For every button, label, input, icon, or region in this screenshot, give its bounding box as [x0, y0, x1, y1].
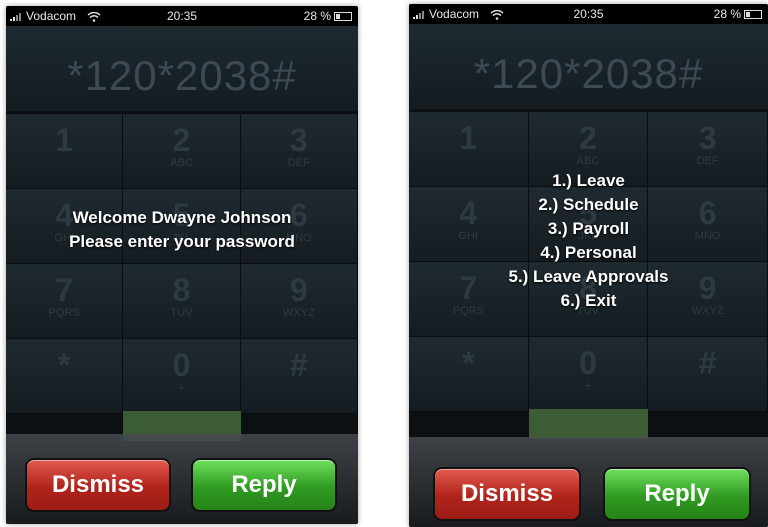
- key-0[interactable]: 0 +: [123, 339, 241, 414]
- key-letters: WXYZ: [282, 307, 315, 319]
- key-7[interactable]: 7 PQRS: [6, 264, 124, 339]
- key-digit: 1: [55, 122, 74, 158]
- key-letters: ABC: [576, 155, 600, 167]
- key-digit: 9: [289, 272, 308, 308]
- reply-button[interactable]: Reply: [191, 458, 337, 512]
- call-bar: [409, 409, 768, 439]
- key-1[interactable]: 1: [6, 114, 124, 189]
- key-letters: ABC: [170, 157, 193, 169]
- key-hash[interactable]: #: [648, 337, 768, 412]
- phone-screen-right: Vodacom 20:35 28 % *120*2038# 1 2 ABC 3 DE…: [409, 4, 768, 527]
- battery-percent: 28 %: [303, 9, 331, 23]
- key-hash[interactable]: #: [240, 339, 358, 414]
- key-9[interactable]: 9 WXYZ: [240, 264, 358, 339]
- menu-item-leave-approvals: 5.) Leave Approvals: [508, 267, 669, 286]
- key-digit: 0: [579, 345, 597, 381]
- key-letters: TUV: [170, 307, 193, 319]
- battery-icon: [334, 12, 352, 22]
- menu-item-payroll: 3.) Payroll: [547, 219, 630, 238]
- key-0[interactable]: 0 +: [528, 337, 649, 412]
- dismiss-button[interactable]: Dismiss: [25, 458, 171, 512]
- key-digit: 8: [172, 272, 191, 308]
- key-digit: 0: [172, 347, 191, 383]
- dialed-number: *120*2038#: [409, 24, 768, 109]
- key-digit: 2: [172, 122, 191, 158]
- keypad: 1 2 ABC 3 DEF 4 GHI 5 JKL 6 MNO 7 PQRS 8 TUV 9W…: [6, 114, 358, 444]
- menu-item-leave: 1.) Leave: [552, 171, 625, 190]
- battery-group: 28 %: [714, 7, 762, 21]
- status-bar: Vodacom 20:35 28 %: [409, 4, 768, 24]
- status-bar: Vodacom 20:35 28 %: [6, 6, 358, 26]
- message-line: Please enter your password: [69, 232, 295, 251]
- screenshot-frame: Vodacom 20:35 28 % *120*2038# 1 2 ABC 3 DE…: [0, 0, 768, 527]
- key-digit: 2: [579, 120, 597, 156]
- battery-icon: [744, 10, 762, 20]
- dismiss-button[interactable]: Dismiss: [433, 467, 581, 521]
- key-digit: *: [462, 345, 475, 381]
- dialed-number: *120*2038#: [6, 26, 358, 111]
- key-3[interactable]: 3 DEF: [240, 114, 358, 189]
- key-digit: *: [57, 347, 71, 383]
- alert-button-bar: Dismiss Reply: [409, 437, 768, 527]
- menu-item-exit: 6.) Exit: [560, 291, 617, 310]
- alert-button-bar: Dismiss Reply: [6, 434, 358, 524]
- battery-group: 28 %: [304, 9, 352, 23]
- key-digit: 3: [289, 122, 308, 158]
- phone-screen-left: Vodacom 20:35 28 % *120*2038# 1 2 ABC 3 DE…: [6, 6, 358, 524]
- key-letters: +: [178, 382, 185, 394]
- key-digit: 3: [698, 120, 717, 156]
- key-8[interactable]: 8 TUV: [123, 264, 241, 339]
- ussd-menu: 1.) Leave 2.) Schedule 3.) Payroll 4.) P…: [409, 169, 768, 313]
- reply-button[interactable]: Reply: [603, 467, 751, 521]
- key-letters: DEF: [287, 157, 310, 169]
- message-line: Welcome Dwayne Johnson: [72, 208, 292, 227]
- key-digit: 7: [55, 272, 74, 308]
- key-letters: DEF: [696, 155, 719, 167]
- key-digit: #: [289, 347, 308, 383]
- call-key: [528, 409, 649, 439]
- key-star[interactable]: *: [6, 339, 124, 414]
- key-digit: 1: [459, 120, 478, 156]
- menu-item-schedule: 2.) Schedule: [538, 195, 639, 214]
- key-2[interactable]: 2 ABC: [123, 114, 241, 189]
- key-star[interactable]: *: [409, 337, 529, 412]
- ussd-message: Welcome Dwayne Johnson Please enter your…: [6, 206, 358, 254]
- key-letters: +: [584, 380, 592, 392]
- menu-item-personal: 4.) Personal: [540, 243, 637, 262]
- key-letters: PQRS: [48, 307, 80, 319]
- battery-percent: 28 %: [713, 7, 741, 21]
- key-digit: #: [698, 345, 717, 381]
